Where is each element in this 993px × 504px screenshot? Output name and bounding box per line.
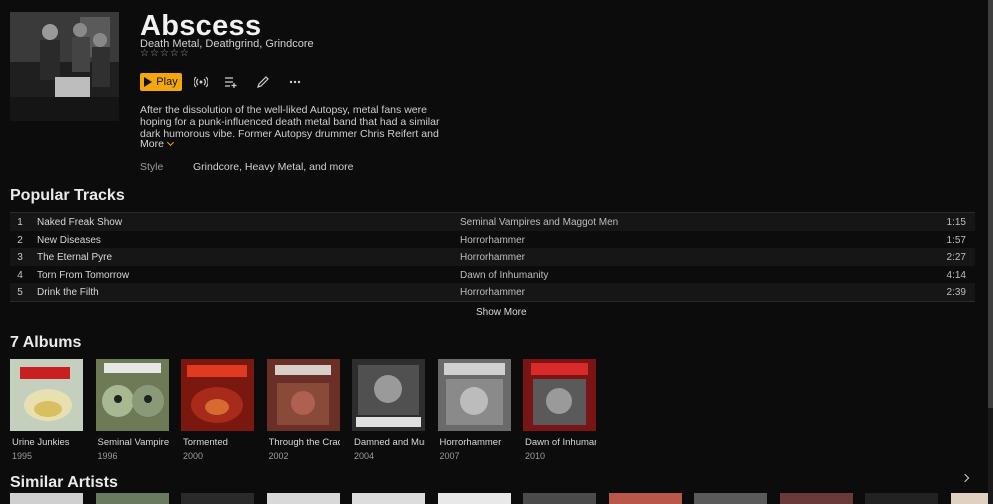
similar-artists-title[interactable]: Similar Artists: [10, 474, 118, 492]
track-duration: 4:14: [946, 269, 966, 281]
bio-more-button[interactable]: More: [140, 138, 174, 150]
similar-artist-thumb[interactable]: [181, 493, 254, 504]
album-year: 2002: [268, 451, 289, 461]
track-album[interactable]: Dawn of Inhumanity: [460, 270, 548, 281]
album-title[interactable]: Horrorhammer: [440, 437, 511, 448]
show-more-button[interactable]: Show More: [476, 307, 527, 318]
track-duration: 1:15: [946, 217, 966, 228]
album-title[interactable]: Damned and Mummified: [354, 437, 425, 448]
star-icon[interactable]: ☆: [180, 49, 189, 59]
track-title[interactable]: New Diseases: [37, 235, 101, 246]
track-title[interactable]: Torn From Tomorrow: [37, 270, 129, 281]
play-label: Play: [156, 76, 178, 88]
star-icon[interactable]: ☆: [140, 49, 149, 59]
tracks-divider: [10, 301, 975, 302]
album-year: 2004: [354, 451, 375, 461]
star-icon[interactable]: ☆: [160, 49, 169, 59]
similar-artist-thumb[interactable]: [865, 493, 938, 504]
track-row[interactable]: 2 New Diseases Horrorhammer 1:57: [10, 231, 975, 249]
similar-artist-thumb[interactable]: [779, 493, 853, 504]
track-album[interactable]: Horrorhammer: [460, 253, 525, 263]
track-number: 3: [17, 252, 23, 264]
more-icon[interactable]: [288, 75, 302, 89]
similar-artist-thumb[interactable]: [266, 493, 340, 504]
popular-tracks-list: 1 Naked Freak Show Seminal Vampires and …: [10, 212, 975, 301]
track-number: 4: [17, 269, 23, 281]
album-title[interactable]: Seminal Vampires and Maggot Men: [98, 437, 169, 448]
track-row[interactable]: 3 The Eternal Pyre Horrorhammer 2:27: [10, 248, 975, 266]
track-row[interactable]: 4 Torn From Tomorrow Dawn of Inhumanity …: [10, 266, 975, 284]
album-card[interactable]: Damned and Mummified 2004: [352, 359, 425, 461]
track-title[interactable]: Drink the Filth: [37, 288, 99, 298]
album-card[interactable]: Urine Junkies 1995: [10, 359, 83, 461]
track-album[interactable]: Seminal Vampires and Maggot Men: [460, 218, 618, 228]
scrollbar-thumb[interactable]: [988, 0, 993, 408]
style-value[interactable]: Grindcore, Heavy Metal, and more: [193, 161, 353, 173]
track-album[interactable]: Horrorhammer: [460, 288, 525, 298]
track-number: 1: [17, 217, 23, 228]
track-number: 2: [17, 234, 23, 246]
play-icon: [144, 77, 153, 87]
track-title[interactable]: The Eternal Pyre: [37, 253, 112, 263]
artist-photo-image: [10, 12, 119, 121]
artist-photo: [10, 12, 119, 121]
album-year: 1996: [97, 451, 118, 461]
track-number: 5: [17, 287, 23, 299]
track-row[interactable]: 1 Naked Freak Show Seminal Vampires and …: [10, 213, 975, 231]
album-cover[interactable]: [181, 359, 254, 431]
album-title[interactable]: Tormented: [183, 437, 254, 448]
add-to-queue-icon[interactable]: [224, 75, 238, 89]
artist-controls: Play: [140, 73, 302, 91]
album-card[interactable]: Tormented 2000: [181, 359, 254, 461]
album-cover[interactable]: [266, 359, 340, 431]
album-card[interactable]: Seminal Vampires and Maggot Men 1996: [95, 359, 169, 461]
rating-stars[interactable]: ☆ ☆ ☆ ☆ ☆: [140, 49, 189, 59]
similar-artist-thumb[interactable]: [523, 493, 596, 504]
album-cover[interactable]: [95, 359, 169, 431]
track-title[interactable]: Naked Freak Show: [37, 218, 122, 228]
album-year: 2007: [439, 451, 460, 461]
similar-artist-thumb[interactable]: [950, 493, 993, 504]
album-card[interactable]: Horrorhammer 2007: [437, 359, 511, 461]
artist-bio: After the dissolution of the well-liked …: [140, 104, 440, 140]
similar-artist-thumb[interactable]: [437, 493, 511, 504]
star-icon[interactable]: ☆: [170, 49, 179, 59]
track-duration: 2:39: [946, 287, 966, 299]
bio-more-label: More: [140, 138, 164, 150]
style-label: Style: [140, 161, 164, 173]
star-icon[interactable]: ☆: [150, 49, 159, 59]
album-cover[interactable]: [437, 359, 511, 431]
scrollbar[interactable]: [988, 0, 993, 504]
similar-artist-thumb[interactable]: [10, 493, 83, 504]
similar-artist-thumb[interactable]: [352, 493, 425, 504]
album-title[interactable]: Urine Junkies: [12, 437, 83, 448]
track-row[interactable]: 5 Drink the Filth Horrorhammer 2:39: [10, 283, 975, 301]
albums-row: Urine Junkies 1995 Seminal Vampires and …: [10, 359, 596, 461]
similar-artists-row: [10, 493, 993, 504]
albums-title[interactable]: 7 Albums: [10, 334, 81, 352]
radio-icon[interactable]: [194, 75, 208, 89]
similar-artist-thumb[interactable]: [608, 493, 682, 504]
album-title[interactable]: Dawn of Inhumanity: [525, 437, 596, 448]
album-year: 2000: [183, 451, 204, 461]
track-album[interactable]: Horrorhammer: [460, 235, 525, 246]
chevron-down-icon: [166, 138, 174, 147]
popular-tracks-title[interactable]: Popular Tracks: [10, 187, 125, 205]
album-title[interactable]: Through the Cracks of Death: [269, 437, 340, 448]
album-cover[interactable]: [352, 359, 425, 431]
album-year: 2010: [525, 451, 546, 461]
album-card[interactable]: Through the Cracks of Death 2002: [266, 359, 340, 461]
album-year: 1995: [12, 451, 33, 461]
edit-icon[interactable]: [256, 75, 270, 89]
album-cover[interactable]: [10, 359, 83, 431]
album-cover[interactable]: [523, 359, 596, 431]
similar-artist-thumb[interactable]: [694, 493, 767, 504]
play-button[interactable]: Play: [140, 73, 182, 91]
chevron-right-icon[interactable]: [960, 473, 970, 483]
track-duration: 1:57: [946, 234, 966, 246]
album-card[interactable]: Dawn of Inhumanity 2010: [523, 359, 596, 461]
track-duration: 2:27: [946, 252, 966, 264]
similar-artist-thumb[interactable]: [95, 493, 169, 504]
